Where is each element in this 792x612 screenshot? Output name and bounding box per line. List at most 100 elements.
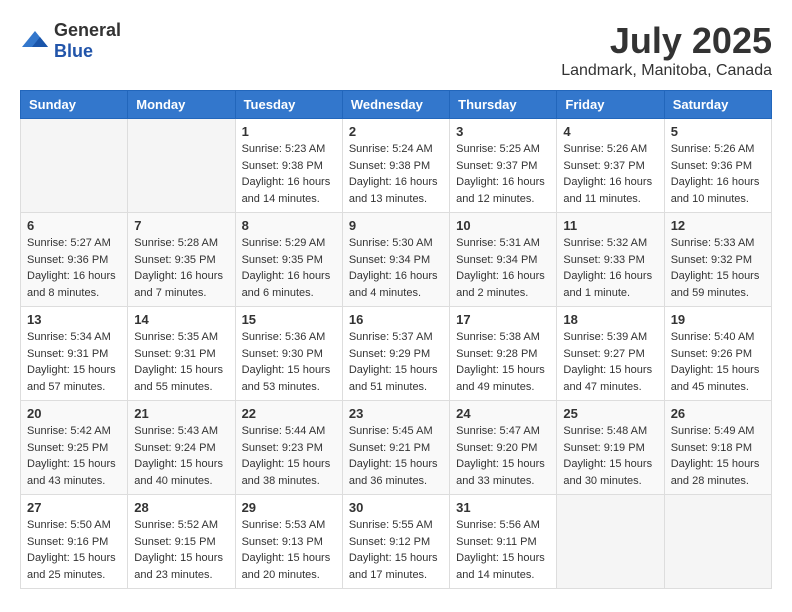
day-number: 9 — [349, 218, 443, 233]
day-info: Sunrise: 5:48 AMSunset: 9:19 PMDaylight:… — [563, 423, 657, 489]
day-info: Sunrise: 5:42 AMSunset: 9:25 PMDaylight:… — [27, 423, 121, 489]
location-subtitle: Landmark, Manitoba, Canada — [561, 62, 772, 80]
day-number: 28 — [134, 500, 228, 515]
day-info: Sunrise: 5:36 AMSunset: 9:30 PMDaylight:… — [242, 329, 336, 395]
calendar-cell — [21, 119, 128, 213]
logo-blue: Blue — [54, 41, 93, 61]
calendar-cell: 10 Sunrise: 5:31 AMSunset: 9:34 PMDayligh… — [450, 213, 557, 307]
day-number: 22 — [242, 406, 336, 421]
calendar-cell: 2 Sunrise: 5:24 AMSunset: 9:38 PMDaylight… — [342, 119, 449, 213]
calendar-cell: 6 Sunrise: 5:27 AMSunset: 9:36 PMDaylight… — [21, 213, 128, 307]
day-number: 16 — [349, 312, 443, 327]
day-info: Sunrise: 5:44 AMSunset: 9:23 PMDaylight:… — [242, 423, 336, 489]
day-info: Sunrise: 5:26 AMSunset: 9:37 PMDaylight:… — [563, 141, 657, 207]
calendar-cell: 4 Sunrise: 5:26 AMSunset: 9:37 PMDaylight… — [557, 119, 664, 213]
day-info: Sunrise: 5:38 AMSunset: 9:28 PMDaylight:… — [456, 329, 550, 395]
calendar-cell — [664, 495, 771, 589]
day-info: Sunrise: 5:40 AMSunset: 9:26 PMDaylight:… — [671, 329, 765, 395]
calendar-cell: 30 Sunrise: 5:55 AMSunset: 9:12 PMDayligh… — [342, 495, 449, 589]
week-row-4: 20 Sunrise: 5:42 AMSunset: 9:25 PMDayligh… — [21, 401, 772, 495]
calendar-cell: 24Sunrise: 5:47 AMSunset: 9:20 PMDayligh… — [450, 401, 557, 495]
week-row-2: 6 Sunrise: 5:27 AMSunset: 9:36 PMDaylight… — [21, 213, 772, 307]
calendar-cell: 19 Sunrise: 5:40 AMSunset: 9:26 PMDayligh… — [664, 307, 771, 401]
day-number: 21 — [134, 406, 228, 421]
logo-icon — [20, 29, 50, 53]
day-info: Sunrise: 5:23 AMSunset: 9:38 PMDaylight:… — [242, 141, 336, 207]
calendar-cell: 8 Sunrise: 5:29 AMSunset: 9:35 PMDaylight… — [235, 213, 342, 307]
day-info: Sunrise: 5:52 AMSunset: 9:15 PMDaylight:… — [134, 517, 228, 583]
week-row-5: 27 Sunrise: 5:50 AMSunset: 9:16 PMDayligh… — [21, 495, 772, 589]
week-row-1: 1 Sunrise: 5:23 AMSunset: 9:38 PMDaylight… — [21, 119, 772, 213]
calendar-cell: 14 Sunrise: 5:35 AMSunset: 9:31 PMDayligh… — [128, 307, 235, 401]
day-number: 1 — [242, 124, 336, 139]
day-info: Sunrise: 5:33 AMSunset: 9:32 PMDaylight:… — [671, 235, 765, 301]
day-number: 12 — [671, 218, 765, 233]
calendar-cell: 17 Sunrise: 5:38 AMSunset: 9:28 PMDayligh… — [450, 307, 557, 401]
day-info: Sunrise: 5:29 AMSunset: 9:35 PMDaylight:… — [242, 235, 336, 301]
day-info: Sunrise: 5:32 AMSunset: 9:33 PMDaylight:… — [563, 235, 657, 301]
day-number: 14 — [134, 312, 228, 327]
calendar-cell: 5Sunrise: 5:26 AMSunset: 9:36 PMDaylight… — [664, 119, 771, 213]
day-info: Sunrise: 5:39 AMSunset: 9:27 PMDaylight:… — [563, 329, 657, 395]
day-info: Sunrise: 5:50 AMSunset: 9:16 PMDaylight:… — [27, 517, 121, 583]
day-info: Sunrise: 5:37 AMSunset: 9:29 PMDaylight:… — [349, 329, 443, 395]
calendar-cell: 25 Sunrise: 5:48 AMSunset: 9:19 PMDayligh… — [557, 401, 664, 495]
day-number: 2 — [349, 124, 443, 139]
calendar-cell: 13 Sunrise: 5:34 AMSunset: 9:31 PMDayligh… — [21, 307, 128, 401]
day-info: Sunrise: 5:25 AMSunset: 9:37 PMDaylight:… — [456, 141, 550, 207]
calendar-cell: 21 Sunrise: 5:43 AMSunset: 9:24 PMDayligh… — [128, 401, 235, 495]
day-info: Sunrise: 5:49 AMSunset: 9:18 PMDaylight:… — [671, 423, 765, 489]
day-number: 11 — [563, 218, 657, 233]
day-number: 8 — [242, 218, 336, 233]
calendar-cell: 23Sunrise: 5:45 AMSunset: 9:21 PMDayligh… — [342, 401, 449, 495]
day-info: Sunrise: 5:53 AMSunset: 9:13 PMDaylight:… — [242, 517, 336, 583]
day-number: 26 — [671, 406, 765, 421]
calendar-cell: 12 Sunrise: 5:33 AMSunset: 9:32 PMDayligh… — [664, 213, 771, 307]
day-info: Sunrise: 5:34 AMSunset: 9:31 PMDaylight:… — [27, 329, 121, 395]
calendar-cell: 7Sunrise: 5:28 AMSunset: 9:35 PMDaylight… — [128, 213, 235, 307]
calendar-cell: 27 Sunrise: 5:50 AMSunset: 9:16 PMDayligh… — [21, 495, 128, 589]
day-number: 18 — [563, 312, 657, 327]
day-info: Sunrise: 5:26 AMSunset: 9:36 PMDaylight:… — [671, 141, 765, 207]
calendar-cell: 31 Sunrise: 5:56 AMSunset: 9:11 PMDayligh… — [450, 495, 557, 589]
day-info: Sunrise: 5:24 AMSunset: 9:38 PMDaylight:… — [349, 141, 443, 207]
day-number: 4 — [563, 124, 657, 139]
day-info: Sunrise: 5:47 AMSunset: 9:20 PMDaylight:… — [456, 423, 550, 489]
title-block: July 2025 Landmark, Manitoba, Canada — [561, 20, 772, 80]
calendar-cell: 29 Sunrise: 5:53 AMSunset: 9:13 PMDayligh… — [235, 495, 342, 589]
day-info: Sunrise: 5:35 AMSunset: 9:31 PMDaylight:… — [134, 329, 228, 395]
day-info: Sunrise: 5:43 AMSunset: 9:24 PMDaylight:… — [134, 423, 228, 489]
day-number: 25 — [563, 406, 657, 421]
day-number: 15 — [242, 312, 336, 327]
calendar-cell — [557, 495, 664, 589]
day-info: Sunrise: 5:30 AMSunset: 9:34 PMDaylight:… — [349, 235, 443, 301]
day-info: Sunrise: 5:31 AMSunset: 9:34 PMDaylight:… — [456, 235, 550, 301]
month-year-title: July 2025 — [561, 20, 772, 62]
weekday-header-sunday: Sunday — [21, 91, 128, 119]
calendar-cell: 3Sunrise: 5:25 AMSunset: 9:37 PMDaylight… — [450, 119, 557, 213]
day-number: 13 — [27, 312, 121, 327]
weekday-header-thursday: Thursday — [450, 91, 557, 119]
day-number: 17 — [456, 312, 550, 327]
weekday-header-monday: Monday — [128, 91, 235, 119]
calendar-cell: 18 Sunrise: 5:39 AMSunset: 9:27 PMDayligh… — [557, 307, 664, 401]
day-number: 19 — [671, 312, 765, 327]
calendar-cell: 15 Sunrise: 5:36 AMSunset: 9:30 PMDayligh… — [235, 307, 342, 401]
day-info: Sunrise: 5:55 AMSunset: 9:12 PMDaylight:… — [349, 517, 443, 583]
day-number: 20 — [27, 406, 121, 421]
weekday-header-saturday: Saturday — [664, 91, 771, 119]
day-number: 27 — [27, 500, 121, 515]
day-number: 10 — [456, 218, 550, 233]
day-number: 31 — [456, 500, 550, 515]
day-info: Sunrise: 5:27 AMSunset: 9:36 PMDaylight:… — [27, 235, 121, 301]
weekday-header-row: SundayMondayTuesdayWednesdayThursdayFrid… — [21, 91, 772, 119]
week-row-3: 13 Sunrise: 5:34 AMSunset: 9:31 PMDayligh… — [21, 307, 772, 401]
weekday-header-friday: Friday — [557, 91, 664, 119]
day-number: 29 — [242, 500, 336, 515]
day-number: 30 — [349, 500, 443, 515]
page-header: General Blue July 2025 Landmark, Manitob… — [20, 20, 772, 80]
day-number: 6 — [27, 218, 121, 233]
day-info: Sunrise: 5:56 AMSunset: 9:11 PMDaylight:… — [456, 517, 550, 583]
weekday-header-wednesday: Wednesday — [342, 91, 449, 119]
logo-general: General — [54, 20, 121, 40]
